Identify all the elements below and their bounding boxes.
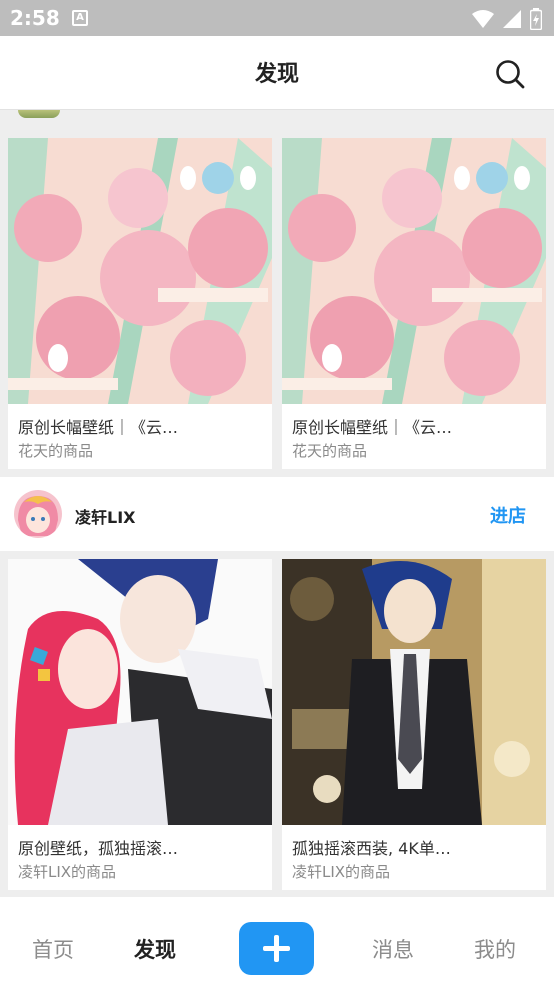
product-card[interactable]: 孤独摇滚西装, 4K单… 凌轩LIX的商品 xyxy=(282,559,546,890)
status-icons xyxy=(472,8,542,30)
store-avatar[interactable] xyxy=(18,110,60,118)
status-time: 2:58 xyxy=(10,6,60,30)
avatar-image xyxy=(14,490,62,538)
product-card[interactable]: 原创长幅壁纸｜《云… 花天的商品 xyxy=(8,138,272,469)
product-seller: 花天的商品 xyxy=(292,442,368,460)
product-title: 原创长幅壁纸｜《云… xyxy=(18,418,179,437)
wifi-icon xyxy=(472,10,494,28)
enter-store-link[interactable]: 进店 xyxy=(490,502,526,528)
battery-icon xyxy=(530,8,542,30)
status-bar: 2:58 A xyxy=(0,0,554,36)
notification-icon: A xyxy=(72,10,88,26)
product-image xyxy=(282,138,546,404)
product-image xyxy=(282,559,546,825)
product-seller: 花天的商品 xyxy=(18,442,94,460)
product-grid: 原创壁纸，孤独摇滚… 凌轩LIX的商品 孤独摇滚西装, 4K单… 凌轩LIX的商… xyxy=(0,559,554,890)
search-icon[interactable] xyxy=(494,58,526,90)
product-title: 原创壁纸，孤独摇滚… xyxy=(18,839,179,858)
product-grid: 原创长幅壁纸｜《云… 花天的商品 原创长幅壁纸｜《云… 花天的商品 xyxy=(0,138,554,469)
store-name: 凌轩LIX xyxy=(75,508,136,527)
product-title: 孤独摇滚西装, 4K单… xyxy=(292,839,451,858)
product-image xyxy=(8,559,272,825)
nav-messages[interactable]: 消息 xyxy=(372,934,414,964)
bottom-nav: 首页 发现 消息 我的 xyxy=(0,897,554,985)
store-avatar[interactable] xyxy=(14,490,62,538)
add-button[interactable] xyxy=(239,922,314,975)
product-image xyxy=(8,138,272,404)
product-seller: 凌轩LIX的商品 xyxy=(18,863,117,881)
product-seller: 凌轩LIX的商品 xyxy=(292,863,391,881)
product-card[interactable]: 原创长幅壁纸｜《云… 花天的商品 xyxy=(282,138,546,469)
page-title: 发现 xyxy=(254,62,299,87)
product-card[interactable]: 原创壁纸，孤独摇滚… 凌轩LIX的商品 xyxy=(8,559,272,890)
signal-icon xyxy=(503,10,521,28)
nav-discover[interactable]: 发现 xyxy=(134,934,176,964)
store-row[interactable]: 凌轩LIX 进店 xyxy=(0,477,554,551)
nav-profile[interactable]: 我的 xyxy=(474,934,516,964)
app-header: 发现 xyxy=(0,36,554,110)
nav-home[interactable]: 首页 xyxy=(32,934,74,964)
product-title: 原创长幅壁纸｜《云… xyxy=(292,418,453,437)
